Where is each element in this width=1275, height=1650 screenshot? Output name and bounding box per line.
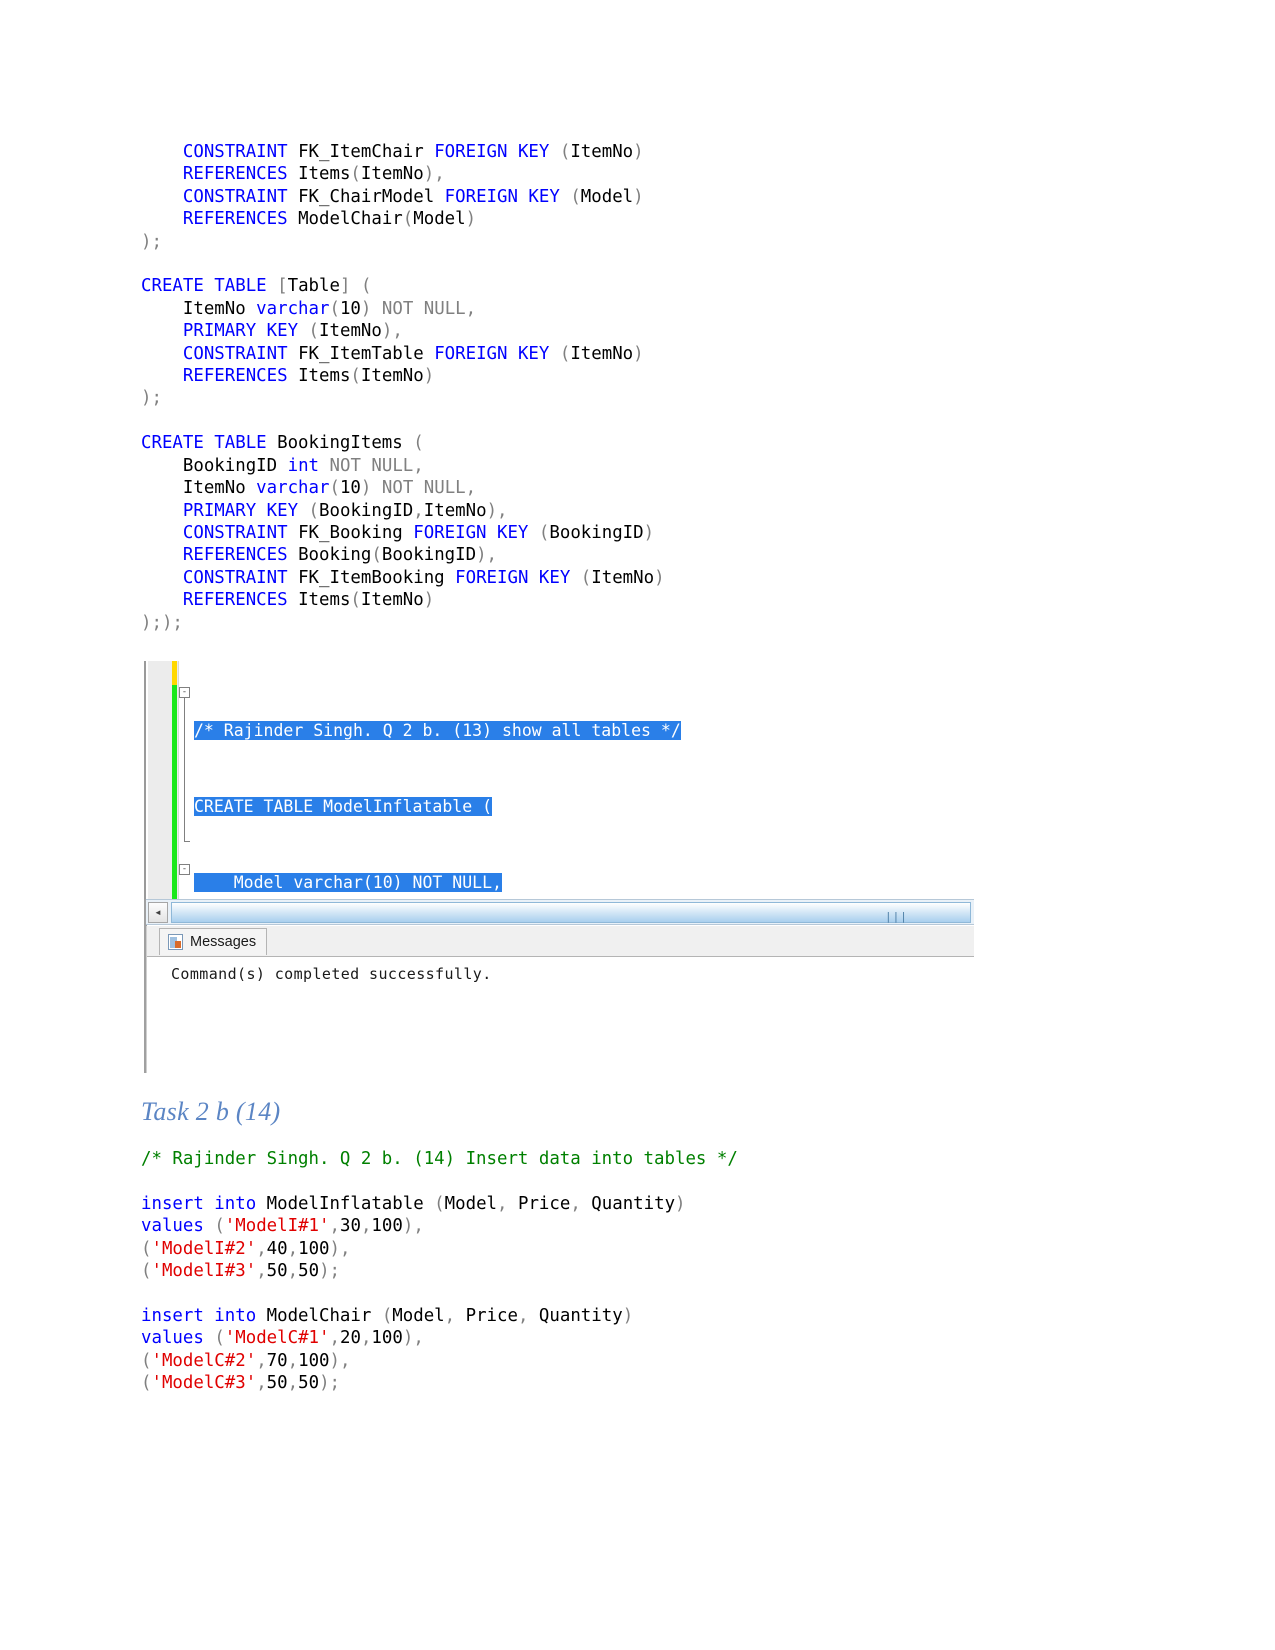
messages-icon	[168, 934, 183, 950]
fold-collapse-icon-modelinflatable[interactable]: -	[179, 687, 190, 698]
scrollbar-grip-icon: |||	[885, 910, 908, 923]
fold-collapse-icon-items[interactable]: -	[179, 864, 190, 875]
results-tabstrip: Messages	[147, 926, 974, 956]
editor-line-text: /* Rajinder Singh. Q 2 b. (13) show all …	[194, 720, 681, 740]
scrollbar-thumb[interactable]: |||	[171, 902, 971, 923]
message-text: Command(s) completed successfully.	[171, 965, 492, 983]
editor-line-text: CREATE TABLE ModelInflatable (	[194, 797, 493, 817]
messages-body: Command(s) completed successfully.	[147, 956, 974, 1073]
editor-horizontal-scrollbar[interactable]: ◄ |||	[146, 899, 974, 925]
fold-end-marker	[184, 841, 190, 842]
editor-line: Model varchar(10) NOT NULL,	[194, 870, 681, 895]
scroll-left-arrow-icon[interactable]: ◄	[148, 902, 168, 923]
editor-text[interactable]: /* Rajinder Singh. Q 2 b. (13) show all …	[194, 667, 681, 899]
editor-line-text: Model varchar(10) NOT NULL,	[194, 873, 502, 893]
fold-guide-line	[184, 698, 185, 841]
change-bar-saved	[172, 685, 177, 899]
results-pane: Messages Command(s) completed successful…	[146, 926, 974, 1073]
sql-code-block-bottom: /* Rajinder Singh. Q 2 b. (14) Insert da…	[141, 1149, 738, 1394]
tab-messages-label: Messages	[190, 934, 257, 950]
task-heading: Task 2 b (14)	[141, 1097, 281, 1126]
document-page: CONSTRAINT FK_ItemChair FOREIGN KEY (Ite…	[0, 0, 1275, 1650]
change-bar-unsaved	[172, 661, 177, 685]
editor-line: /* Rajinder Singh. Q 2 b. (13) show all …	[194, 718, 681, 743]
tab-messages[interactable]: Messages	[159, 928, 268, 955]
editor-line: CREATE TABLE ModelInflatable (	[194, 794, 681, 819]
query-editor[interactable]: - - /* Rajinder Singh. Q 2 b. (13) show …	[144, 661, 974, 899]
sql-code-block-top: CONSTRAINT FK_ItemChair FOREIGN KEY (Ite…	[141, 142, 665, 633]
ssms-screenshot: - - /* Rajinder Singh. Q 2 b. (13) show …	[144, 661, 974, 1073]
